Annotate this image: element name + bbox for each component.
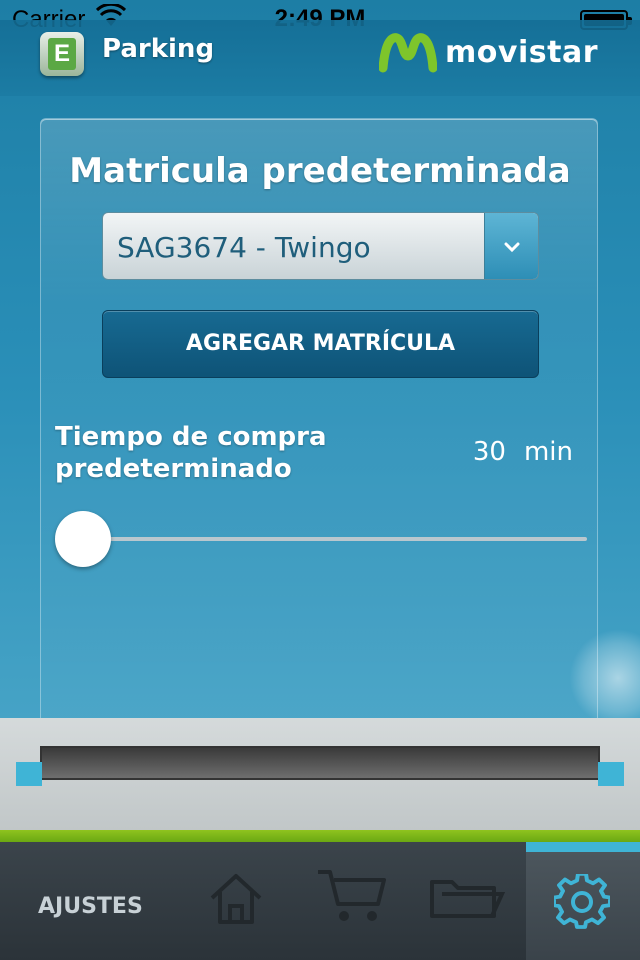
tab-home[interactable] bbox=[196, 842, 276, 960]
chevron-down-icon bbox=[504, 242, 520, 253]
folder-icon bbox=[430, 880, 506, 918]
panel-base bbox=[0, 718, 640, 830]
tab-cart[interactable] bbox=[306, 842, 394, 960]
cloud-decoration bbox=[570, 628, 640, 728]
home-icon bbox=[210, 874, 262, 924]
app-logo-letter: E bbox=[48, 38, 76, 70]
tab-folder[interactable] bbox=[420, 842, 510, 960]
cart-icon bbox=[318, 870, 386, 921]
tabbar-section-label: AJUSTES bbox=[38, 894, 143, 919]
brand-logo: movistar bbox=[379, 30, 598, 74]
slider-track[interactable] bbox=[75, 537, 587, 541]
settings-panel: Matricula predeterminada SAG3674 - Twing… bbox=[40, 118, 598, 758]
panel-title: Matricula predeterminada bbox=[69, 151, 571, 191]
time-value-unit: min bbox=[523, 437, 573, 467]
app-title: Parking bbox=[102, 34, 215, 64]
brand-name: movistar bbox=[445, 34, 598, 70]
gear-icon bbox=[554, 874, 610, 929]
app-logo[interactable]: E bbox=[40, 32, 84, 76]
base-slot bbox=[16, 746, 624, 786]
default-time-label: Tiempo de compra predeterminado bbox=[55, 422, 327, 484]
default-time-value: 30 min bbox=[473, 437, 573, 467]
tab-settings[interactable] bbox=[526, 842, 640, 960]
plate-select[interactable]: SAG3674 - Twingo bbox=[102, 212, 539, 280]
slider-knob[interactable] bbox=[55, 511, 111, 567]
add-plate-button[interactable]: AGREGAR MATRÍCULA bbox=[102, 310, 539, 378]
tab-bar: AJUSTES bbox=[0, 842, 640, 960]
plate-select-toggle[interactable] bbox=[484, 213, 538, 279]
app-header: E Parking movistar bbox=[0, 20, 640, 96]
plate-select-value: SAG3674 - Twingo bbox=[117, 231, 371, 264]
green-stripe bbox=[0, 830, 640, 842]
time-value-number: 30 bbox=[472, 437, 506, 467]
time-slider[interactable] bbox=[55, 511, 587, 567]
movistar-m-icon bbox=[379, 33, 438, 73]
